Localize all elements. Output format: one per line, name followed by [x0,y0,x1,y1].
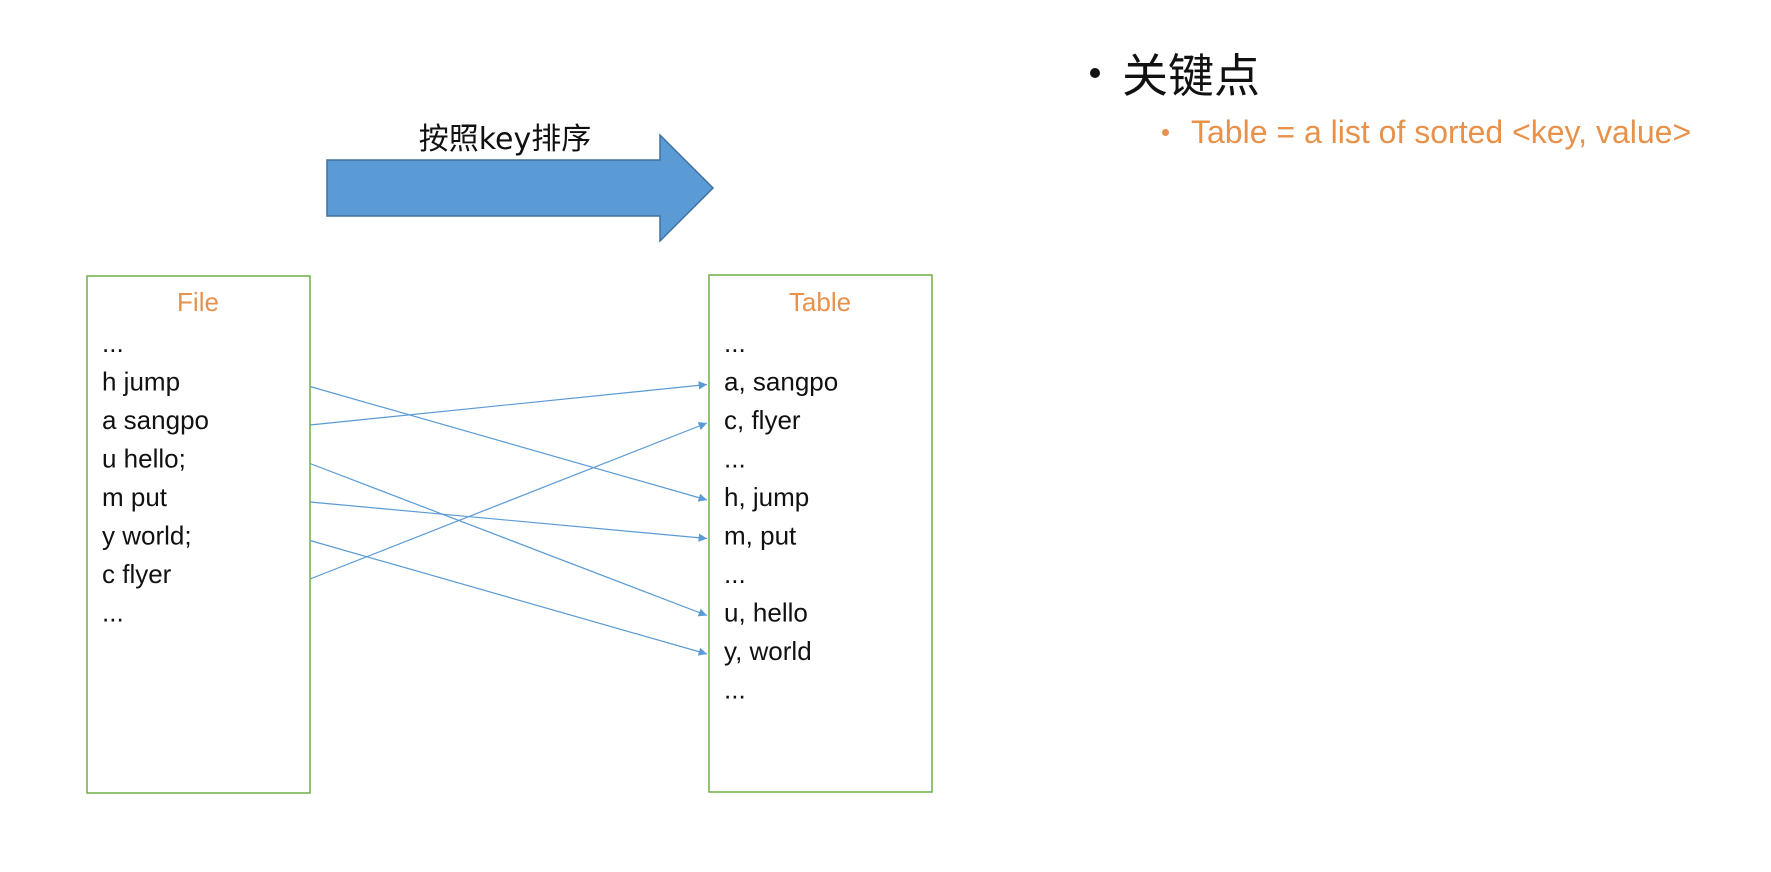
sort-arrow-label: 按照key排序 [419,122,592,157]
mapping-arrow [309,422,708,580]
table-row: a, sangpo [724,367,838,397]
table-box-title: Table [789,287,851,317]
table-row: u, hello [724,598,808,628]
file-row: u hello; [102,444,186,474]
table-row: c, flyer [724,405,801,435]
bullet-dot-icon [1090,68,1100,78]
bullet-dot-icon [1162,129,1169,136]
table-row: m, put [724,521,797,551]
mapping-arrow [309,462,708,617]
bullet-list: 关键点 Table = a list of sorted <key, value… [1090,40,1691,151]
file-row: ... [102,598,124,628]
file-row: a sangpo [102,405,209,435]
table-row: ... [724,444,746,474]
bullet-sub: Table = a list of sorted <key, value> [1162,114,1691,151]
file-row: h jump [102,367,180,397]
table-rows: ... a, sangpo c, flyer... h, jump m, put... u… [724,328,838,705]
mapping-arrow [309,385,708,502]
file-row: y world; [102,521,192,551]
table-row: ... [724,559,746,589]
table-row: ... [724,675,746,705]
file-rows: ... h jump a sangpo u hello; m put y world; c … [102,328,209,628]
bullet-sub-text: Table = a list of sorted <key, value> [1191,114,1692,150]
file-row: m put [102,482,168,512]
table-row: y, world [724,636,812,666]
mapping-arrow [309,501,708,542]
table-row: ... [724,328,746,358]
connectors [309,381,708,656]
mapping-arrow [309,381,708,426]
file-row: c flyer [102,559,172,589]
file-row: ... [102,328,124,358]
bullet-main-text: 关键点 [1122,49,1260,103]
file-box-title: File [177,287,219,317]
table-row: h, jump [724,482,809,512]
mapping-arrow [309,539,708,656]
bullet-main: 关键点 [1090,40,1691,106]
